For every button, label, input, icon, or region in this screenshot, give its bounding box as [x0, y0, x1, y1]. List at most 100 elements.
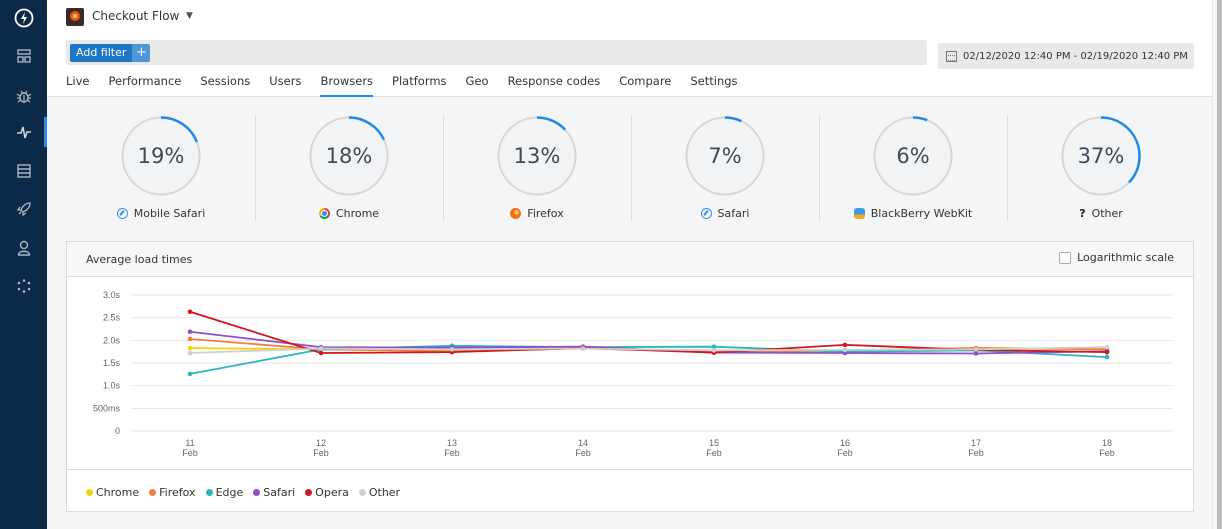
share-gauge: 19%: [121, 116, 201, 196]
legend-swatch: [253, 489, 261, 496]
legend-label: Chrome: [96, 486, 140, 499]
sidebar-item-logs[interactable]: [0, 156, 47, 186]
plus-icon: +: [132, 44, 151, 62]
bug-icon: [16, 90, 31, 103]
user-icon: [17, 240, 30, 256]
data-point-other: [842, 347, 848, 353]
legend-label: Other: [368, 486, 401, 499]
data-point-edge: [187, 371, 193, 377]
y-tick-label: 500ms: [93, 403, 121, 413]
x-tick-day: 15: [709, 438, 719, 448]
y-tick-label: 1.5s: [103, 358, 121, 368]
legend-label: Safari: [263, 486, 296, 499]
data-point-other: [318, 346, 324, 351]
tab-platforms[interactable]: Platforms: [392, 73, 447, 97]
browser-stat-firefox: 13% Firefox: [443, 110, 631, 220]
browser-name: Firefox: [527, 207, 564, 220]
x-tick-month: Feb: [313, 448, 329, 458]
y-tick-label: 1.0s: [103, 381, 121, 391]
data-point-other: [187, 350, 193, 356]
browser-label: Chrome: [255, 207, 443, 220]
line-chart: 0500ms1.0s1.5s2.0s2.5s3.0s11Feb12Feb13Fe…: [93, 290, 1173, 458]
legend-item-opera[interactable]: Opera: [305, 486, 349, 499]
x-tick-month: Feb: [706, 448, 722, 458]
x-tick-day: 18: [1102, 438, 1112, 448]
share-gauge: 6%: [873, 116, 953, 196]
chart-legend: Chrome Firefox Edge Safari Opera Other: [86, 486, 400, 499]
browser-name: Chrome: [335, 207, 380, 220]
legend-swatch: [86, 489, 93, 496]
legend-swatch: [149, 489, 157, 496]
share-percent: 7%: [708, 144, 742, 168]
data-point-opera: [187, 309, 193, 315]
data-point-safari: [187, 329, 193, 335]
legend-swatch: [358, 489, 366, 496]
chrome-icon: [318, 208, 330, 219]
browser-stat-blackberry-webkit: 6% BlackBerry WebKit: [819, 110, 1007, 220]
app-title[interactable]: Checkout Flow: [92, 9, 179, 23]
tab-sessions[interactable]: Sessions: [200, 73, 250, 97]
calendar-icon: [946, 50, 957, 62]
tab-settings[interactable]: Settings: [690, 73, 737, 97]
legend-item-firefox[interactable]: Firefox: [149, 486, 196, 499]
y-tick-label: 0: [115, 426, 120, 436]
data-point-other: [449, 347, 455, 352]
tab-bar: Live Performance Sessions Users Browsers Plat…: [66, 73, 757, 97]
browser-name: Other: [1091, 207, 1123, 220]
x-tick-day: 16: [840, 438, 850, 448]
x-tick-month: Feb: [182, 448, 198, 458]
share-gauge: 13%: [497, 116, 577, 196]
browser-label: Safari: [631, 207, 819, 220]
filter-bar[interactable]: Add filter +: [66, 40, 927, 65]
app-switcher-caret-icon[interactable]: ▼: [186, 11, 193, 21]
tab-users[interactable]: Users: [269, 73, 301, 97]
x-tick-month: Feb: [837, 448, 853, 458]
scrollbar-thumb[interactable]: [1217, 0, 1222, 529]
tab-geo[interactable]: Geo: [466, 73, 489, 97]
legend-item-safari[interactable]: Safari: [253, 486, 295, 499]
chart-plot-area: 0 500ms 1.0s 1.5s 2.0s 2.5s 3.0s 11 Feb 12 Feb 13 Fe…: [67, 278, 1193, 470]
x-tick-day: 14: [578, 438, 588, 448]
dashboard-grid-icon: [16, 49, 31, 63]
legend-item-edge[interactable]: Edge: [205, 486, 243, 499]
lightning-bolt-icon: [14, 8, 33, 28]
logarithmic-scale-toggle[interactable]: Logarithmic scale: [1059, 251, 1174, 264]
date-range-picker[interactable]: 02/12/2020 12:40 PM - 02/19/2020 12:40 P…: [938, 43, 1194, 69]
sidebar-item-deployments[interactable]: [0, 194, 47, 224]
x-tick-month: Feb: [444, 448, 460, 458]
sidebar-item-performance[interactable]: [0, 117, 47, 147]
browser-label: BlackBerry WebKit: [819, 207, 1007, 220]
sidebar-item-dashboards[interactable]: [0, 41, 47, 71]
x-tick-month: Feb: [575, 448, 591, 458]
app-logo-icon: [66, 8, 84, 26]
sidebar-item-integrations[interactable]: [0, 271, 47, 301]
browser-stat-mobile-safari: 19% Mobile Safari: [67, 110, 255, 220]
add-filter-button[interactable]: Add filter +: [70, 44, 151, 62]
tab-live[interactable]: Live: [66, 73, 89, 97]
chart-title: Average load times: [86, 253, 193, 266]
legend-item-other[interactable]: Other: [358, 486, 401, 499]
x-tick-month: Feb: [968, 448, 984, 458]
average-load-times-card: Average load times Logarithmic scale 0 50…: [66, 241, 1194, 512]
legend-item-chrome[interactable]: Chrome: [86, 486, 139, 499]
tab-performance[interactable]: Performance: [108, 73, 181, 97]
dots-circle-icon: [17, 279, 30, 293]
legend-swatch: [305, 489, 313, 496]
share-percent: 19%: [137, 144, 185, 168]
tab-browsers[interactable]: Browsers: [320, 73, 373, 97]
add-filter-label: Add filter: [70, 44, 133, 62]
x-tick-day: 12: [316, 438, 326, 448]
legend-swatch: [205, 489, 213, 496]
sidebar-item-errors[interactable]: [0, 81, 47, 111]
browser-name: BlackBerry WebKit: [870, 207, 973, 220]
rocket-icon: [16, 202, 31, 217]
data-point-opera: [842, 342, 848, 348]
logarithmic-scale-checkbox[interactable]: [1059, 251, 1072, 264]
safari-icon: [116, 208, 128, 219]
data-point-opera: [318, 350, 324, 356]
tab-compare[interactable]: Compare: [619, 73, 671, 97]
sidebar-item-logo[interactable]: [0, 3, 47, 33]
data-point-other: [1104, 344, 1110, 350]
sidebar-item-users[interactable]: [0, 233, 47, 263]
tab-response-codes[interactable]: Response codes: [508, 73, 601, 97]
